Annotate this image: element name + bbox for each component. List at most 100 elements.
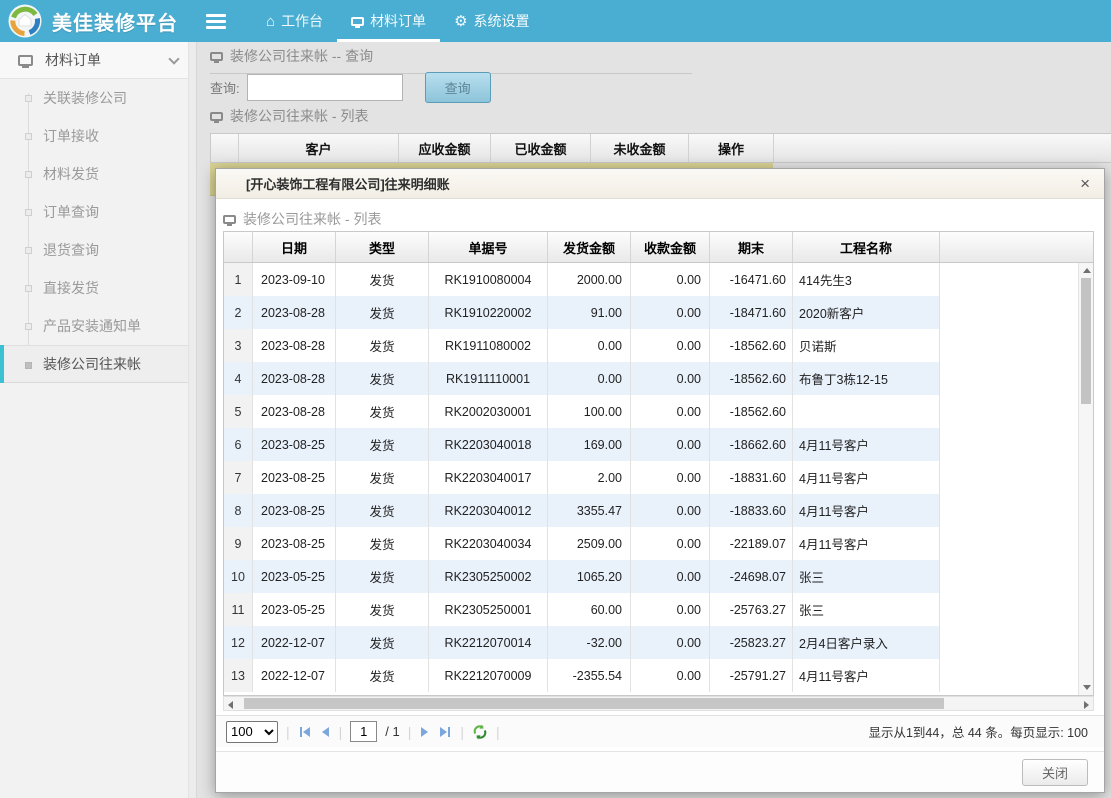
nav-item-label: 工作台 <box>281 11 323 31</box>
monitor-icon <box>223 215 236 224</box>
sidebar-group-material-orders[interactable]: 材料订单 <box>0 42 196 79</box>
table-row[interactable]: 1 2023-09-10 发货 RK1910080004 2000.00 0.0… <box>224 263 1093 296</box>
sidebar-item[interactable]: 产品安装通知单 <box>0 307 196 345</box>
column-header-date[interactable]: 日期 <box>253 232 336 262</box>
scroll-down-icon[interactable] <box>1083 685 1091 690</box>
cell-docno: RK2305250001 <box>429 593 548 626</box>
horizontal-scrollbar[interactable] <box>223 696 1094 711</box>
query-section-header: 装修公司往来帐 -- 查询 <box>210 46 692 74</box>
column-header-balance[interactable]: 期末 <box>710 232 793 262</box>
cell-date: 2023-05-25 <box>253 560 336 593</box>
cell-project: 4月11号客户 <box>793 428 940 461</box>
hamburger-menu-icon[interactable] <box>206 14 226 29</box>
column-header-receivable[interactable]: 应收金额 <box>399 134 491 162</box>
cell-date: 2023-08-28 <box>253 395 336 428</box>
close-button[interactable]: 关闭 <box>1022 759 1088 786</box>
table-row[interactable]: 2 2023-08-28 发货 RK1910220002 91.00 0.00 … <box>224 296 1093 329</box>
cell-rownum: 6 <box>224 428 253 461</box>
cell-docno: RK2203040034 <box>429 527 548 560</box>
table-row[interactable]: 3 2023-08-28 发货 RK1911080002 0.00 0.00 -… <box>224 329 1093 362</box>
cell-type: 发货 <box>336 593 429 626</box>
sidebar-item[interactable]: 订单接收 <box>0 117 196 155</box>
column-header-docno[interactable]: 单据号 <box>429 232 548 262</box>
table-row[interactable]: 8 2023-08-25 发货 RK2203040012 3355.47 0.0… <box>224 494 1093 527</box>
bullet-icon <box>25 285 32 292</box>
table-row[interactable]: 12 2022-12-07 发货 RK2212070014 -32.00 0.0… <box>224 626 1093 659</box>
sidebar-item[interactable]: 材料发货 <box>0 155 196 193</box>
cell-ship-amount: 60.00 <box>548 593 631 626</box>
sidebar-item[interactable]: 订单查询 <box>0 193 196 231</box>
cell-receipt-amount: 0.00 <box>631 593 710 626</box>
cell-receipt-amount: 0.00 <box>631 263 710 296</box>
sidebar-item[interactable]: 关联装修公司 <box>0 79 196 117</box>
table-row[interactable]: 13 2022-12-07 发货 RK2212070009 -2355.54 0… <box>224 659 1093 692</box>
column-header-ship-amount[interactable]: 发货金额 <box>548 232 631 262</box>
table-row[interactable]: 11 2023-05-25 发货 RK2305250001 60.00 0.00… <box>224 593 1093 626</box>
table-row[interactable]: 5 2023-08-28 发货 RK2002030001 100.00 0.00… <box>224 395 1093 428</box>
cell-date: 2023-08-28 <box>253 362 336 395</box>
cell-docno: RK2212070009 <box>429 659 548 692</box>
sidebar-item-label: 订单查询 <box>43 202 99 222</box>
refresh-icon[interactable] <box>472 724 488 740</box>
cell-ship-amount: 2509.00 <box>548 527 631 560</box>
table-row[interactable]: 9 2023-08-25 发货 RK2203040034 2509.00 0.0… <box>224 527 1093 560</box>
cell-ship-amount: -32.00 <box>548 626 631 659</box>
search-input[interactable] <box>247 74 403 101</box>
page-number-input[interactable] <box>350 721 377 742</box>
column-header-filler <box>774 134 1111 162</box>
next-page-button[interactable] <box>419 727 430 737</box>
cell-receipt-amount: 0.00 <box>631 560 710 593</box>
cell-balance: -18831.60 <box>710 461 793 494</box>
cell-rownum: 2 <box>224 296 253 329</box>
cell-ship-amount: 91.00 <box>548 296 631 329</box>
prev-page-button[interactable] <box>320 727 331 737</box>
vertical-scroll-thumb[interactable] <box>1081 278 1091 404</box>
scroll-left-icon[interactable] <box>228 701 233 709</box>
monitor-icon <box>210 52 223 61</box>
cell-rownum: 3 <box>224 329 253 362</box>
cell-docno: RK2305250002 <box>429 560 548 593</box>
table-row[interactable]: 10 2023-05-25 发货 RK2305250002 1065.20 0.… <box>224 560 1093 593</box>
last-page-button[interactable] <box>438 727 452 737</box>
nav-item[interactable]: 材料订单 <box>337 0 440 42</box>
column-header-project[interactable]: 工程名称 <box>793 232 940 262</box>
cell-filler <box>940 395 1093 428</box>
table-row[interactable]: 4 2023-08-28 发货 RK1911110001 0.00 0.00 -… <box>224 362 1093 395</box>
table-header-row: 客户 应收金额 已收金额 未收金额 操作 <box>210 133 1111 163</box>
vertical-scrollbar[interactable] <box>1078 263 1093 695</box>
nav-item[interactable]: ⌂ 工作台 <box>252 0 337 42</box>
cell-date: 2023-05-25 <box>253 593 336 626</box>
column-header-type[interactable]: 类型 <box>336 232 429 262</box>
column-header-customer[interactable]: 客户 <box>239 134 399 162</box>
nav-item[interactable]: ⚙ 系统设置 <box>440 0 543 42</box>
query-button[interactable]: 查询 <box>425 72 491 103</box>
cell-receipt-amount: 0.00 <box>631 626 710 659</box>
cell-docno: RK1910220002 <box>429 296 548 329</box>
cell-type: 发货 <box>336 494 429 527</box>
page-size-select[interactable]: 100 <box>226 721 278 743</box>
scroll-right-icon[interactable] <box>1084 701 1089 709</box>
cell-ship-amount: 2.00 <box>548 461 631 494</box>
sidebar-item[interactable]: 退货查询 <box>0 231 196 269</box>
cell-rownum: 10 <box>224 560 253 593</box>
horizontal-scroll-thumb[interactable] <box>244 698 944 709</box>
cell-rownum: 8 <box>224 494 253 527</box>
close-icon[interactable]: × <box>1080 175 1090 192</box>
table-row[interactable]: 7 2023-08-25 发货 RK2203040017 2.00 0.00 -… <box>224 461 1093 494</box>
column-header-receipt-amount[interactable]: 收款金额 <box>631 232 710 262</box>
column-header-received[interactable]: 已收金额 <box>491 134 591 162</box>
first-page-button[interactable] <box>298 727 312 737</box>
sidebar-scrollbar[interactable] <box>188 42 196 798</box>
table-row[interactable]: 6 2023-08-25 发货 RK2203040018 169.00 0.00… <box>224 428 1093 461</box>
pagination-status: 显示从1到44，总 44 条。每页显示: 100 <box>868 722 1094 741</box>
cell-filler <box>940 428 1093 461</box>
column-header-actions[interactable]: 操作 <box>689 134 774 162</box>
sidebar-item[interactable]: 装修公司往来帐 <box>0 345 196 383</box>
sidebar-item-label: 退货查询 <box>43 240 99 260</box>
cell-rownum: 9 <box>224 527 253 560</box>
scroll-up-icon[interactable] <box>1083 268 1091 273</box>
sidebar-item[interactable]: 直接发货 <box>0 269 196 307</box>
cell-ship-amount: -2355.54 <box>548 659 631 692</box>
column-header-unreceived[interactable]: 未收金额 <box>591 134 689 162</box>
detail-table-header-row: 日期 类型 单据号 发货金额 收款金额 期末 工程名称 <box>223 231 1094 263</box>
